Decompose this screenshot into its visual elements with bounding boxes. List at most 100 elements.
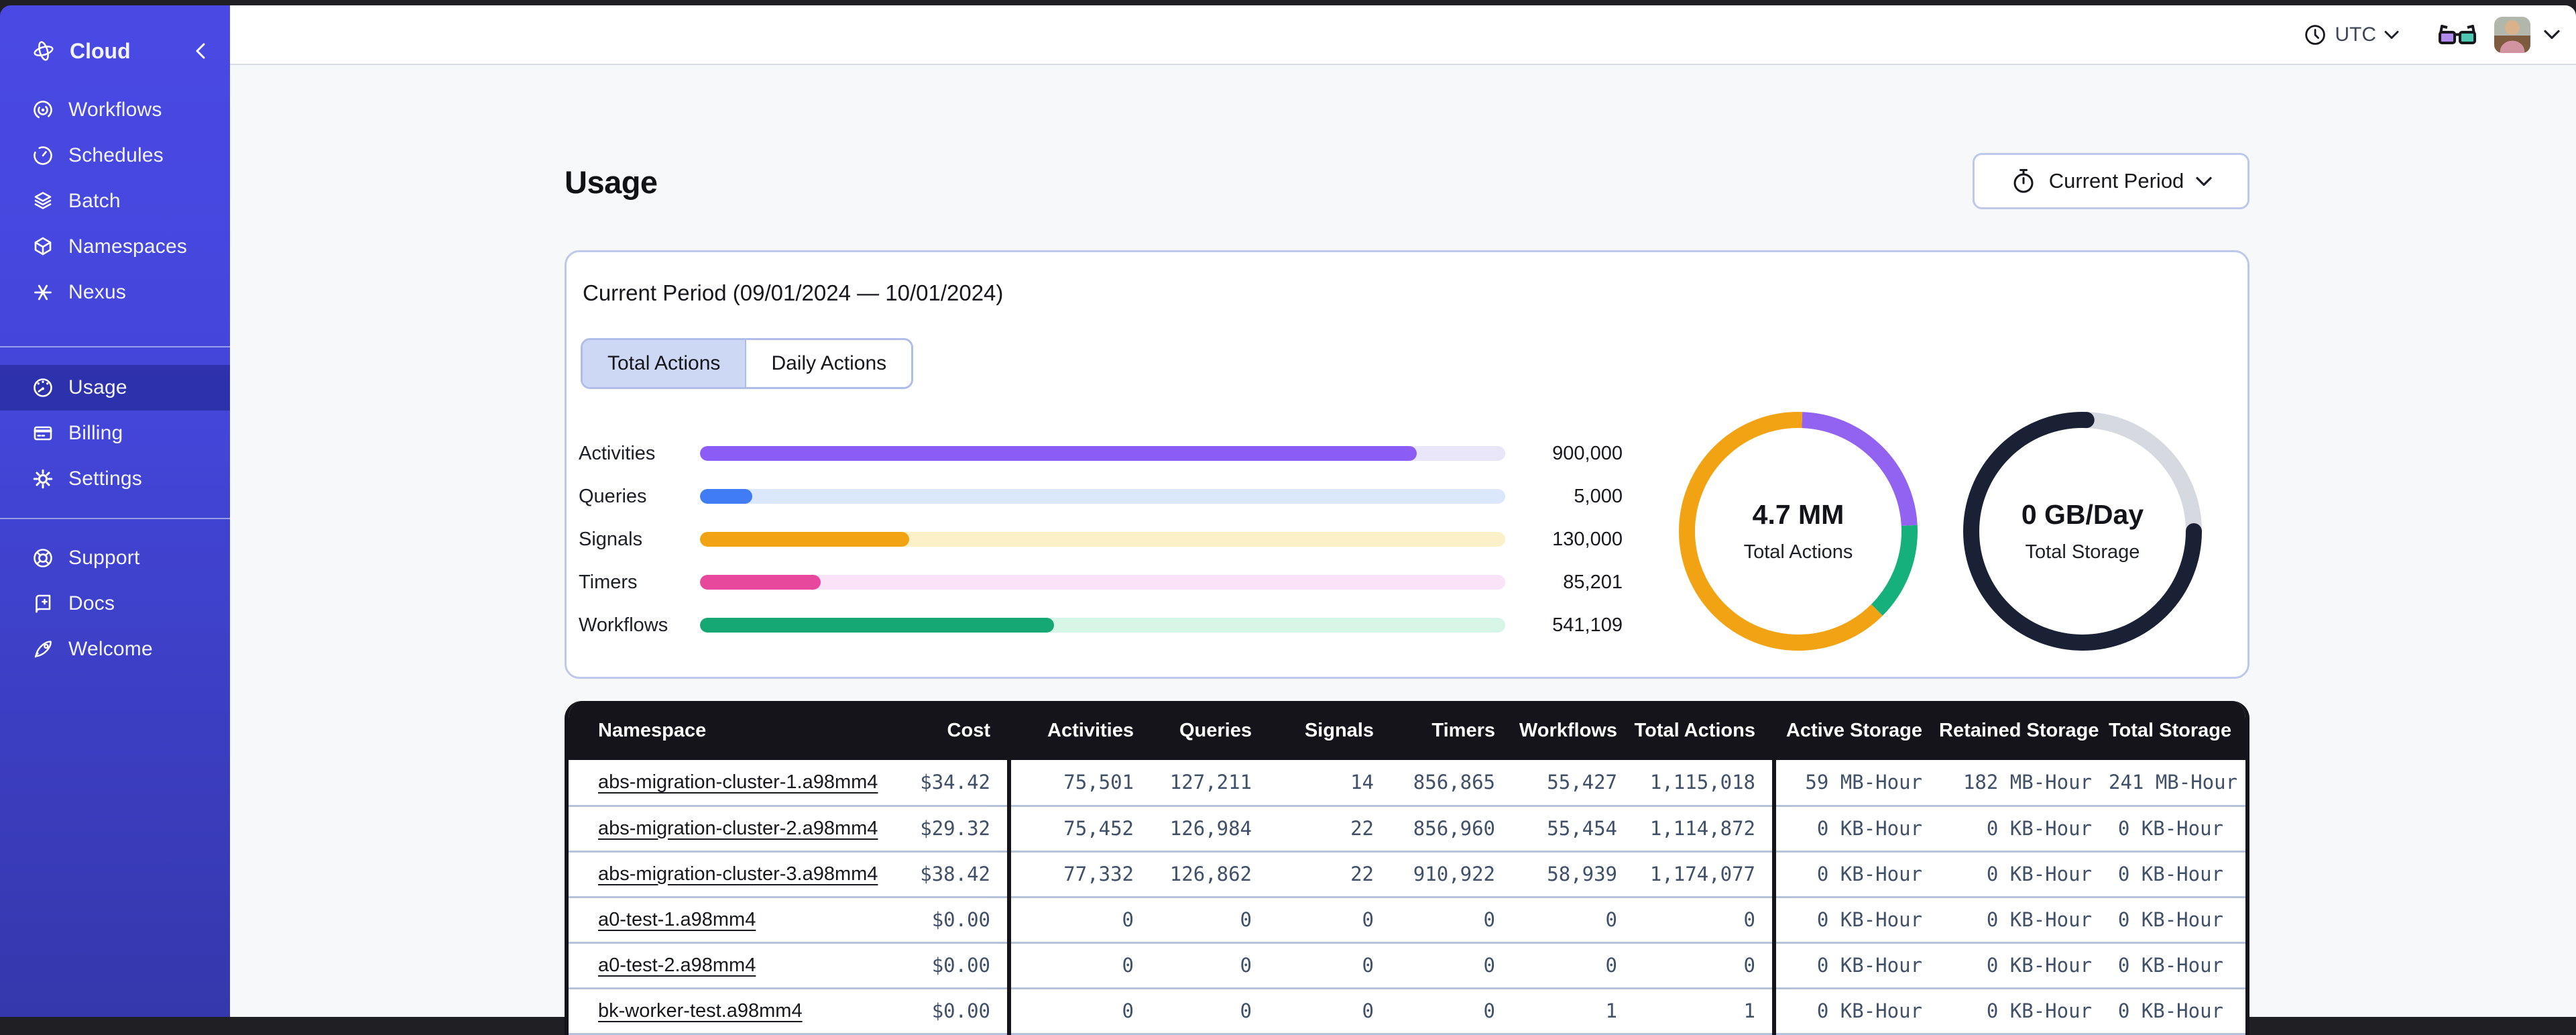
cell-workflows: 0 [1512,942,1634,989]
sidebar-item-label: Batch [68,190,121,212]
table-header-row: Namespace Cost Activities Queries Signal… [569,701,2245,760]
col-header-queries[interactable]: Queries [1151,701,1269,760]
table-row: abs-migration-cluster-2.a98mm4 $29.32 75… [569,806,2245,853]
sidebar-item-namespaces[interactable]: Namespaces [0,224,230,270]
tab-total-actions[interactable]: Total Actions [583,340,746,387]
settings-gear-icon [33,469,53,489]
avatar[interactable] [2494,16,2530,53]
cell-queries: 0 [1151,988,1269,1035]
cell-active-storage: 59 MB-Hour [1772,760,1939,807]
namespace-link[interactable]: a0-test-2.a98mm4 [598,955,756,976]
bar-fill [700,575,821,590]
period-selector-button[interactable]: Current Period [1973,153,2249,209]
cell-total-storage: 0 KB-Hour [2109,942,2245,989]
account-menu-chevron-icon[interactable] [2544,30,2560,40]
cell-retained-storage: 182 MB-Hour [1939,760,2109,807]
bar-track [700,489,1505,504]
sidebar-item-schedules[interactable]: Schedules [0,133,230,178]
sidebar-brand-label: Cloud [70,38,131,63]
period-selector-label: Current Period [2048,169,2184,193]
cell-activities: 75,452 [1007,806,1151,853]
sidebar-item-support[interactable]: Support [0,535,230,581]
sidebar-item-label: Docs [68,592,115,614]
cell-activities: 75,501 [1007,760,1151,807]
bar-label: Timers [579,571,638,593]
cell-signals: 22 [1269,806,1391,853]
cell-active-storage: 0 KB-Hour [1772,897,1939,944]
col-header-total-storage[interactable]: Total Storage [2109,701,2245,760]
timezone-label: UTC [2335,23,2376,46]
bar-value: 85,201 [1563,571,1623,593]
namespace-usage-table: Namespace Cost Activities Queries Signal… [565,701,2249,1035]
col-header-retained-storage[interactable]: Retained Storage [1939,701,2109,760]
col-header-namespace[interactable]: Namespace [569,701,885,760]
cell-total-storage: 0 KB-Hour [2109,988,2245,1035]
sidebar-item-welcome[interactable]: Welcome [0,627,230,672]
app-window: Cloud Workflows Schedules Batch Namespac… [0,5,2576,1035]
sidebar-item-label: Namespaces [68,235,188,258]
timezone-selector[interactable]: UTC [2304,23,2399,46]
col-header-signals[interactable]: Signals [1269,701,1391,760]
chevron-down-icon [2384,30,2399,39]
stopwatch-icon [2013,169,2034,193]
cell-queries: 126,862 [1151,851,1269,898]
cell-timers: 0 [1391,942,1512,989]
sidebar-item-usage[interactable]: Usage [0,365,230,411]
cell-queries: 0 [1151,897,1269,944]
namespace-link[interactable]: bk-worker-test.a98mm4 [598,1000,803,1022]
bar-fill [700,446,1417,461]
cell-cost: $0.00 [885,897,1009,944]
namespace-link[interactable]: abs-migration-cluster-3.a98mm4 [598,863,878,885]
clock-icon [2305,24,2326,45]
cell-total-actions: 1 [1634,988,1774,1035]
temporal-cloud-logo-icon [34,41,54,61]
cell-signals: 0 [1269,897,1391,944]
bar-value: 900,000 [1552,442,1623,464]
bar-label: Queries [579,485,647,507]
cell-signals: 0 [1269,942,1391,989]
bar-fill [700,489,753,504]
col-header-workflows[interactable]: Workflows [1512,701,1634,760]
cell-cost: $29.32 [885,806,1009,853]
sidebar-item-workflows[interactable]: Workflows [0,87,230,133]
sidebar-item-docs[interactable]: Docs [0,581,230,627]
sidebar-item-settings[interactable]: Settings [0,456,230,502]
cell-total-storage: 0 KB-Hour [2109,897,2245,944]
col-header-activities[interactable]: Activities [1007,701,1151,760]
col-header-timers[interactable]: Timers [1391,701,1512,760]
cell-workflows: 58,939 [1512,851,1634,898]
cell-activities: 0 [1007,897,1151,944]
table-row: a0-test-2.a98mm4 $0.00 0 0 0 0 0 0 0 KB-… [569,942,2245,989]
sidebar-item-billing[interactable]: Billing [0,411,230,456]
sidebar-item-nexus[interactable]: Nexus [0,270,230,315]
labs-glasses-icon[interactable] [2438,21,2477,48]
sidebar-item-label: Welcome [68,638,153,660]
usage-card-title: Current Period (09/01/2024 — 10/01/2024) [583,280,1004,305]
col-header-cost[interactable]: Cost [885,701,1009,760]
cell-signals: 22 [1269,851,1391,898]
tab-daily-actions[interactable]: Daily Actions [745,340,912,387]
cell-cost: $38.42 [885,851,1009,898]
sidebar-brand[interactable]: Cloud [0,5,230,87]
cell-cost: $0.00 [885,988,1009,1035]
cell-timers: 856,865 [1391,760,1512,807]
usage-summary-card: Current Period (09/01/2024 — 10/01/2024)… [565,250,2249,679]
cell-total-storage: 0 KB-Hour [2109,851,2245,898]
bar-row-activities: Activities 900,000 [567,432,1623,475]
col-header-active-storage[interactable]: Active Storage [1772,701,1939,760]
donut-value: 0 GB/Day [2021,499,2144,530]
namespace-link[interactable]: a0-test-1.a98mm4 [598,909,756,930]
bar-label: Workflows [579,614,668,636]
cell-cost: $0.00 [885,942,1009,989]
namespace-link[interactable]: abs-migration-cluster-1.a98mm4 [598,771,878,793]
sidebar-item-batch[interactable]: Batch [0,178,230,224]
col-header-total-actions[interactable]: Total Actions [1634,701,1774,760]
sidebar: Cloud Workflows Schedules Batch Namespac… [0,5,230,1017]
bar-value: 130,000 [1552,528,1623,550]
sidebar-item-label: Workflows [68,99,162,121]
bar-fill [700,618,1055,633]
cell-active-storage: 0 KB-Hour [1772,988,1939,1035]
namespace-link[interactable]: abs-migration-cluster-2.a98mm4 [598,818,878,839]
table-row: abs-migration-cluster-1.a98mm4 $34.42 75… [569,760,2245,807]
sidebar-collapse-icon[interactable] [195,42,206,60]
